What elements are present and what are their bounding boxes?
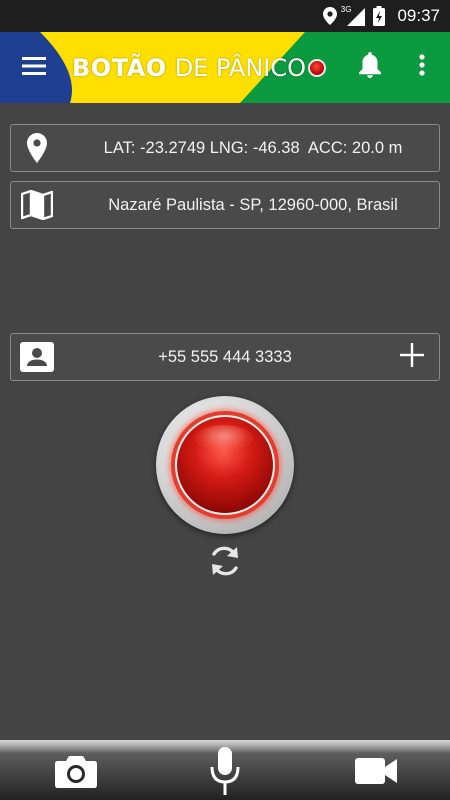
app-title: BOTÃO DE PÂNICO [72,52,326,84]
panic-button-glow [171,411,279,519]
video-camera-icon [355,757,397,789]
map-pin-icon [19,131,55,165]
battery-charging-icon [373,6,386,26]
contact-phone: +55 555 444 3333 [158,347,292,366]
app-title-bold: BOTÃO [72,54,167,82]
location-row: LAT: -23.2749 LNG: -46.38 ACC: 20.0 m [10,124,440,172]
bottom-bar [0,740,450,800]
menu-icon [22,56,46,80]
microphone-button[interactable] [203,746,247,800]
coordinates-text: LAT: -23.2749 LNG: -46.38 ACC: 20.0 m [103,138,403,157]
status-bar: 3G 09:37 [0,0,450,32]
panic-button-core [175,415,275,515]
camera-icon [55,754,97,793]
app-title-light: DE PÂNICO [174,54,306,82]
panic-button[interactable] [156,396,294,534]
notifications-button[interactable] [352,48,388,86]
network-type: 3G [340,5,352,14]
location-icon [323,7,338,25]
video-button[interactable] [352,746,400,800]
map-icon [19,188,55,222]
camera-button[interactable] [52,746,100,800]
add-contact-button[interactable] [395,340,429,374]
refresh-button[interactable] [207,543,243,579]
cell-signal-icon: 3G [341,5,366,26]
plus-icon [400,342,424,372]
address-row: Nazaré Paulista - SP, 12960-000, Brasil [10,181,440,229]
bell-icon [359,51,381,83]
contact-row[interactable]: +55 555 444 3333 [10,333,440,381]
menu-button[interactable] [14,50,54,86]
app-bar: BOTÃO DE PÂNICO [0,32,450,103]
panic-dot-logo-icon [308,59,326,77]
address-text: Nazaré Paulista - SP, 12960-000, Brasil [108,195,398,214]
more-options-button[interactable] [408,48,436,86]
more-vert-icon [419,53,425,81]
microphone-icon [209,746,241,800]
refresh-icon [207,546,243,583]
clock: 09:37 [397,6,440,25]
contact-card-icon [19,340,55,374]
